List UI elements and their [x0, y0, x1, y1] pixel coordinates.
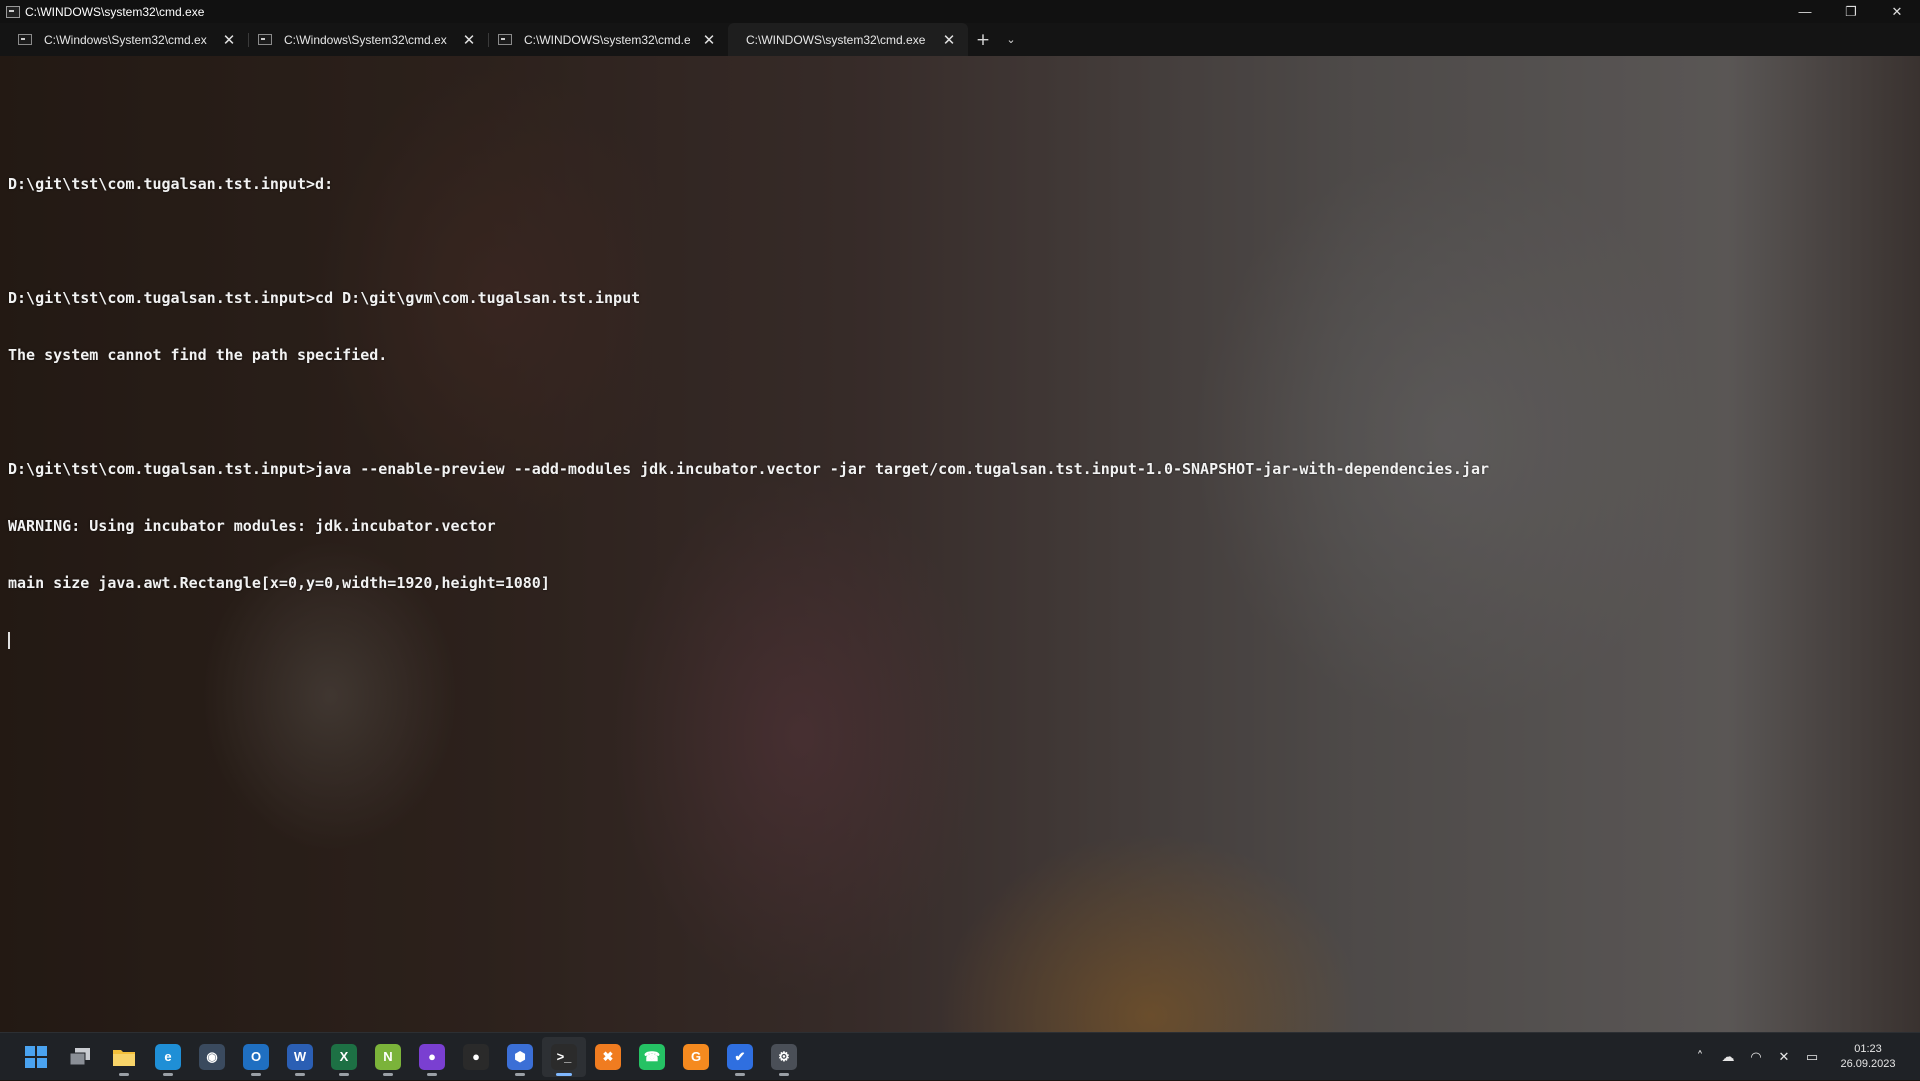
onedrive-cloud-icon[interactable]: ☁ [1714, 1033, 1742, 1081]
terminal-line: D:\git\tst\com.tugalsan.tst.input>java -… [8, 460, 1490, 478]
new-tab-button[interactable]: + [968, 23, 998, 56]
terminal-line: The system cannot find the path specifie… [8, 346, 388, 364]
tab-close-icon[interactable]: ✕ [220, 31, 238, 49]
notepad-plus-icon: N [375, 1043, 401, 1070]
cmd-tab-icon [258, 34, 272, 45]
edge-taskbar-button[interactable]: e [146, 1037, 190, 1077]
tab-bar: C:\Windows\System32\cmd.ex ✕ C:\Windows\… [0, 23, 1920, 56]
word-icon: W [287, 1043, 313, 1070]
orange-app-icon: G [683, 1043, 709, 1070]
settings-taskbar-button[interactable]: ⚙ [762, 1037, 806, 1077]
start-icon [23, 1044, 49, 1070]
terminal-output: D:\git\tst\com.tugalsan.tst.input>d: D:\… [8, 80, 1489, 688]
task-view-taskbar-button[interactable] [58, 1037, 102, 1077]
window-controls: — ❐ ✕ [1782, 0, 1920, 23]
prompt-line[interactable] [8, 631, 1489, 650]
task-view-icon [67, 1044, 93, 1070]
terminal-icon: >_ [551, 1043, 577, 1070]
word-taskbar-button[interactable]: W [278, 1037, 322, 1077]
clock[interactable]: 01:23 26.09.2023 [1826, 1033, 1910, 1081]
terminal-line: D:\git\tst\com.tugalsan.tst.input>cd D:\… [8, 289, 641, 307]
app-hexagon-icon: ⬢ [507, 1043, 533, 1070]
title-bar: C:\WINDOWS\system32\cmd.exe — ❐ ✕ [0, 0, 1920, 23]
wifi-icon[interactable]: ◠ [1742, 1033, 1770, 1081]
notepad-plus-taskbar-button[interactable]: N [366, 1037, 410, 1077]
tab-close-icon[interactable]: ✕ [940, 31, 958, 49]
excel-taskbar-button[interactable]: X [322, 1037, 366, 1077]
tab-close-icon[interactable]: ✕ [700, 31, 718, 49]
tab-label: C:\WINDOWS\system32\cmd.exе [746, 32, 926, 47]
excel-icon: X [331, 1043, 357, 1070]
minimize-button[interactable]: — [1782, 0, 1828, 23]
tray-chevron-icon[interactable]: ˄ [1686, 1033, 1714, 1081]
whatsapp-taskbar-button[interactable]: ☎ [630, 1037, 674, 1077]
clock-date: 26.09.2023 [1840, 1058, 1896, 1070]
xampp-icon: ✖ [595, 1043, 621, 1070]
orange-app-taskbar-button[interactable]: G [674, 1037, 718, 1077]
clock-time: 01:23 [1854, 1043, 1882, 1055]
battery-icon[interactable]: ▭ [1798, 1033, 1826, 1081]
whatsapp-icon: ☎ [639, 1043, 665, 1070]
cmd-tab-icon [18, 34, 32, 45]
system-tray: ˄ ☁ ◠ ✕ ▭ 01:23 26.09.2023 [1686, 1033, 1920, 1081]
taskbar: e ◉ O W X N ● ● ⬢ >_ ✖ ☎ G ✔ ⚙ ˄ ☁ ◠ ✕ ▭ 01:23 26.09.2… [0, 1032, 1920, 1080]
terminal-taskbar-button[interactable]: >_ [542, 1036, 586, 1077]
edge-icon: e [155, 1043, 181, 1070]
cmd-tab-icon [498, 34, 512, 45]
github-desktop-icon: ● [419, 1043, 445, 1070]
todo-icon: ✔ [727, 1043, 753, 1070]
terminal-line: D:\git\tst\com.tugalsan.tst.input>d: [8, 175, 334, 193]
cmd-app-icon [6, 5, 20, 18]
github-taskbar-button[interactable]: ● [454, 1037, 498, 1077]
tab-4-active[interactable]: C:\WINDOWS\system32\cmd.exе ✕ [728, 23, 968, 56]
xampp-taskbar-button[interactable]: ✖ [586, 1037, 630, 1077]
tab-label: C:\Windows\System32\cmd.ex [284, 32, 447, 47]
tab-close-icon[interactable]: ✕ [460, 31, 478, 49]
tab-3[interactable]: C:\WINDOWS\system32\cmd.е ✕ [488, 23, 728, 56]
close-button[interactable]: ✕ [1874, 0, 1920, 23]
github-desktop-taskbar-button[interactable]: ● [410, 1037, 454, 1077]
restore-button[interactable]: ❐ [1828, 0, 1874, 23]
settings-icon: ⚙ [771, 1043, 797, 1070]
file-explorer-icon [111, 1044, 137, 1070]
outlook-icon: O [243, 1043, 269, 1070]
app-hexagon-taskbar-button[interactable]: ⬢ [498, 1037, 542, 1077]
start-taskbar-button[interactable] [14, 1037, 58, 1077]
tab-label: C:\WINDOWS\system32\cmd.е [524, 32, 690, 47]
camera-app-taskbar-button[interactable]: ◉ [190, 1037, 234, 1077]
tab-2[interactable]: C:\Windows\System32\cmd.ex ✕ [248, 23, 488, 56]
window-title: C:\WINDOWS\system32\cmd.exe [25, 4, 205, 19]
camera-app-icon: ◉ [199, 1043, 225, 1070]
volume-muted-icon[interactable]: ✕ [1770, 1033, 1798, 1081]
file-explorer-taskbar-button[interactable] [102, 1037, 146, 1077]
tab-1[interactable]: C:\Windows\System32\cmd.ex ✕ [8, 23, 248, 56]
tab-label: C:\Windows\System32\cmd.ex [44, 32, 207, 47]
outlook-taskbar-button[interactable]: O [234, 1037, 278, 1077]
terminal-line: WARNING: Using incubator modules: jdk.in… [8, 517, 496, 535]
github-icon: ● [463, 1043, 489, 1070]
todo-taskbar-button[interactable]: ✔ [718, 1037, 762, 1077]
taskbar-apps: e ◉ O W X N ● ● ⬢ >_ ✖ ☎ G ✔ ⚙ [14, 1036, 806, 1077]
tab-dropdown-chevron-icon[interactable]: ⌄ [998, 23, 1024, 56]
text-cursor [8, 632, 10, 649]
terminal-line: main size java.awt.Rectangle[x=0,y=0,wid… [8, 574, 550, 592]
terminal-pane[interactable]: D:\git\tst\com.tugalsan.tst.input>d: D:\… [0, 56, 1920, 1032]
